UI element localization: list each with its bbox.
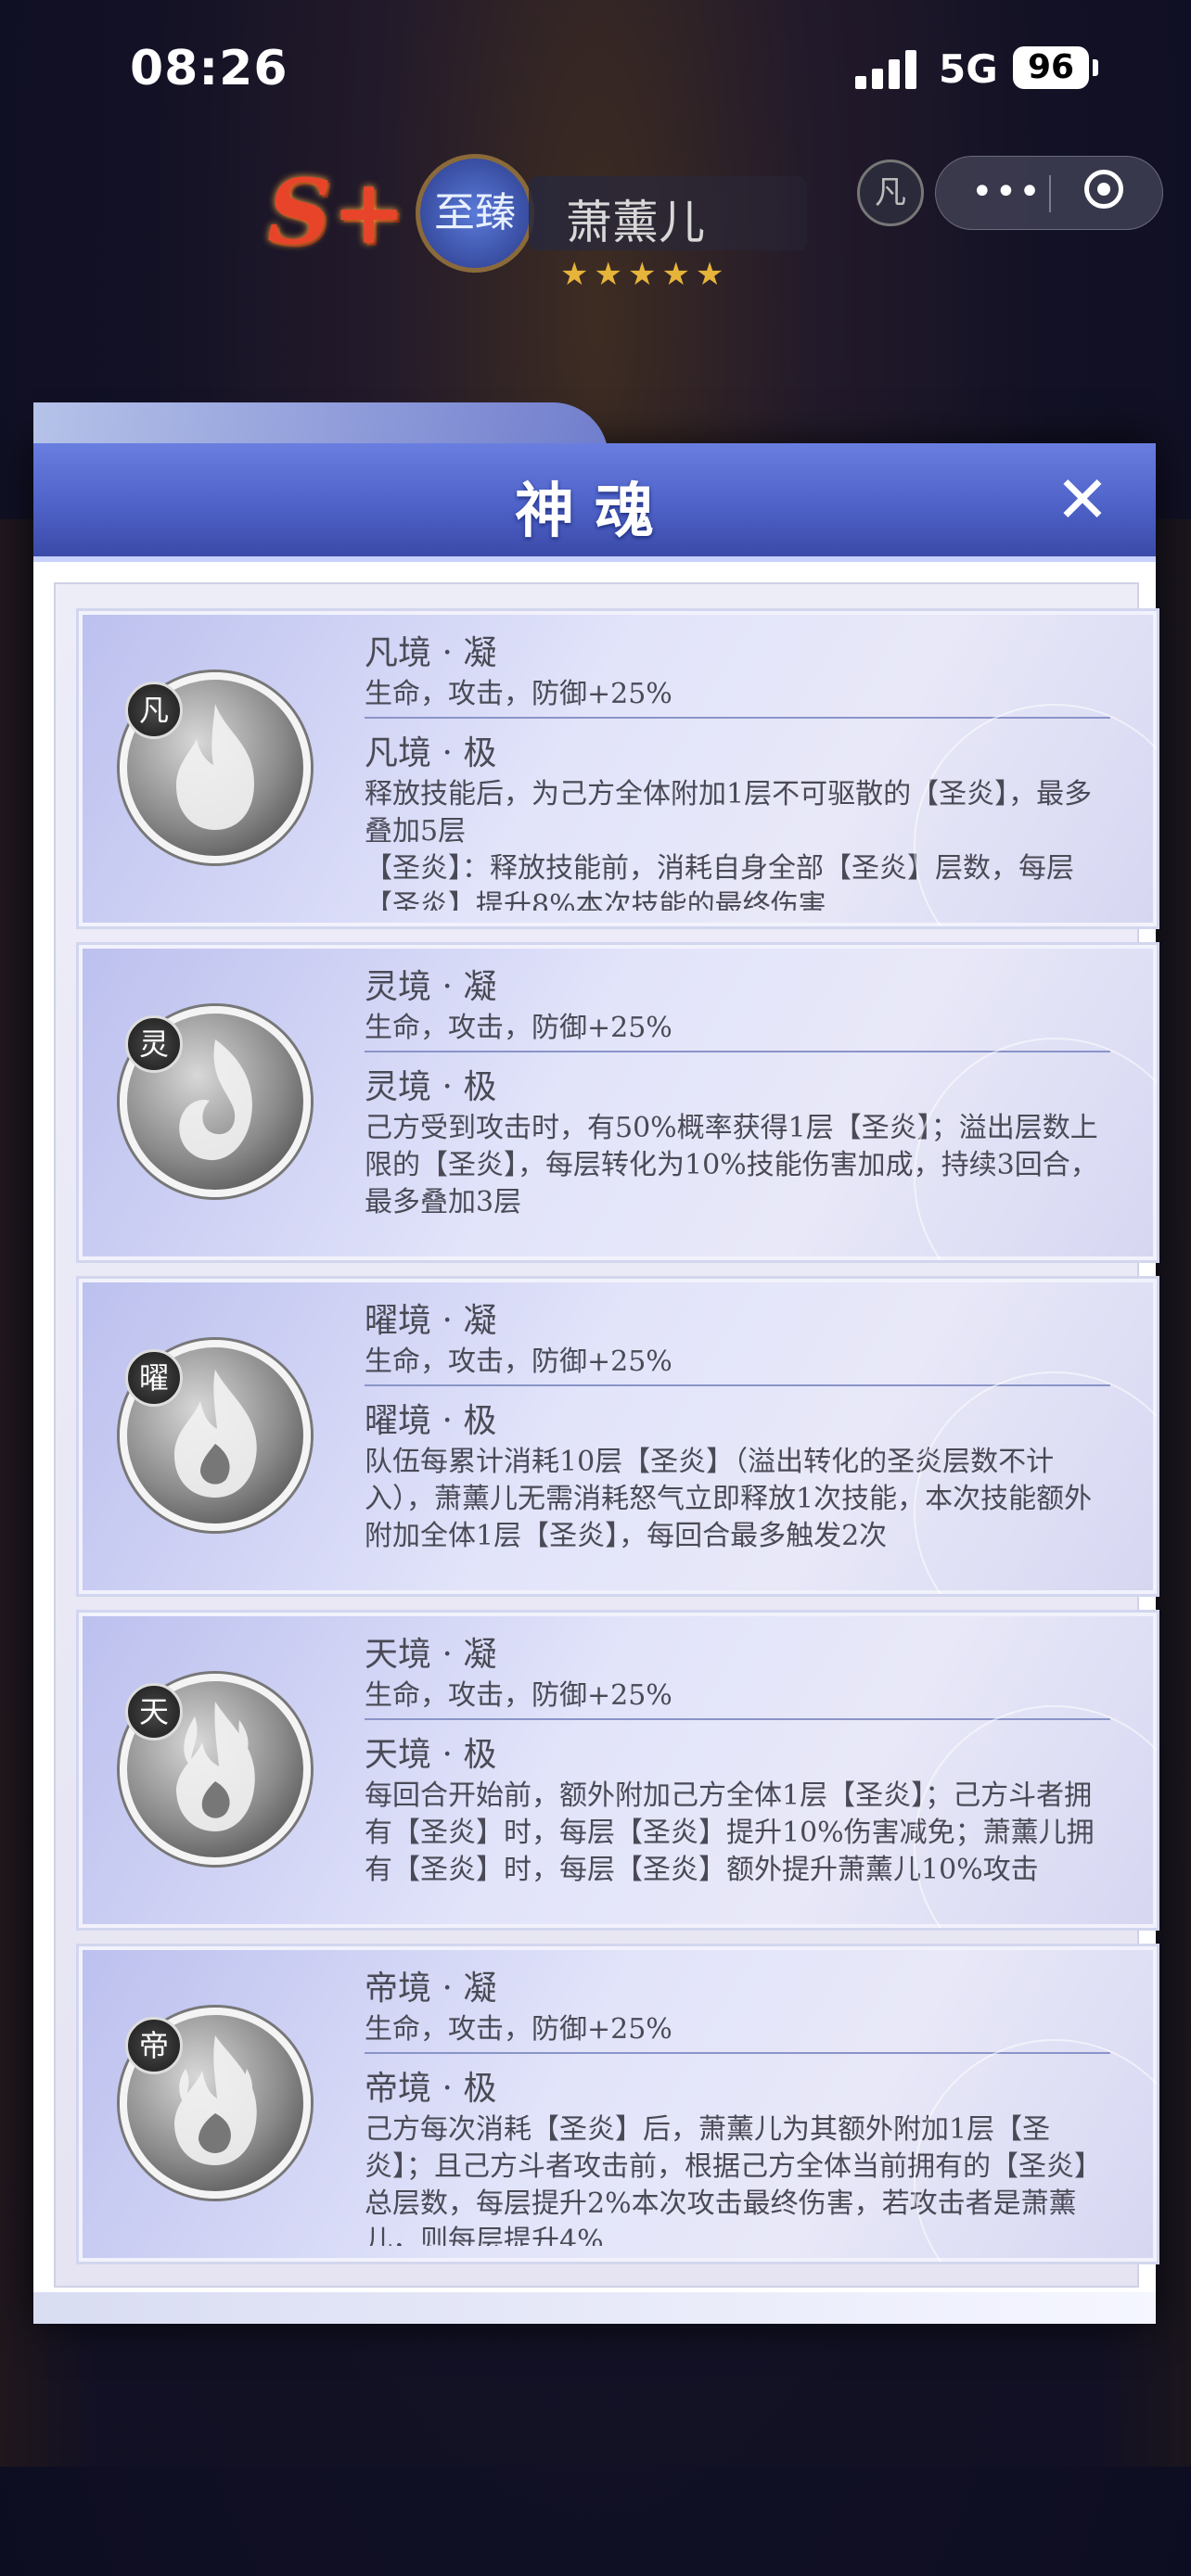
soul-card-di[interactable]: 帝 帝境 · 凝 生命，攻击，防御+25% 帝境 · 极 己方每次消耗【圣炎】后… (76, 1944, 1159, 2264)
card-title-ning: 灵境 · 凝 (365, 968, 497, 1006)
card-title-ning: 曜境 · 凝 (365, 1302, 497, 1340)
card-title-ji: 天境 · 极 (365, 1736, 497, 1774)
card-title-ji: 灵境 · 极 (365, 1068, 497, 1106)
realm-badge[interactable]: 凡 (857, 159, 924, 226)
realm-tag: 曜 (125, 1349, 183, 1407)
card-title-ji: 帝境 · 极 (365, 2070, 497, 2108)
card-title-ning: 天境 · 凝 (365, 1636, 497, 1674)
realm-tag: 帝 (125, 2017, 183, 2074)
miniprogram-capsule: ••• (935, 156, 1163, 230)
card-stat: 生命，攻击，防御+25% (365, 2013, 672, 2046)
soul-card-yao[interactable]: 曜 曜境 · 凝 生命，攻击，防御+25% 曜境 · 极 队伍每累计消耗10层【… (76, 1276, 1159, 1597)
card-stat: 生命，攻击，防御+25% (365, 678, 672, 710)
card-divider (365, 2052, 1110, 2054)
more-icon[interactable]: ••• (971, 173, 1043, 210)
star-rating: ★★★★★ (560, 256, 730, 293)
card-divider (365, 717, 1110, 719)
card-description: 释放技能后，为己方全体附加1层不可驱散的【圣炎】，最多叠加5层 【圣炎】：释放技… (365, 778, 1093, 911)
realm-tag: 凡 (125, 682, 183, 739)
soul-card-fan[interactable]: 凡 凡境 · 凝 生命，攻击，防御+25% 凡境 · 极 释放技能后，为己方全体… (76, 608, 1159, 929)
card-title-ning: 帝境 · 凝 (365, 1970, 497, 2008)
signal-icon (855, 48, 922, 89)
card-description: 每回合开始前，额外附加己方全体1层【圣炎】；己方斗者拥有【圣炎】时，每层【圣炎】… (365, 1779, 1095, 1886)
card-divider (365, 1051, 1110, 1052)
soul-card-tian[interactable]: 天 天境 · 凝 生命，攻击，防御+25% 天境 · 极 每回合开始前，额外附加… (76, 1610, 1159, 1931)
close-button[interactable]: ✕ (1046, 464, 1119, 536)
dialog-footer (33, 2292, 1156, 2324)
card-title-ji: 曜境 · 极 (365, 1402, 497, 1440)
card-stat: 生命，攻击，防御+25% (365, 1012, 672, 1044)
card-divider (365, 1718, 1110, 1720)
realm-tag: 灵 (125, 1015, 183, 1073)
card-title-ning: 凡境 · 凝 (365, 634, 497, 672)
hero-header: S+ 至臻 萧薰儿 ★★★★★ 凡 (260, 148, 928, 306)
status-bar: 08:26 5G 96 (0, 0, 1191, 139)
dialog-title: 神魂 (515, 477, 674, 546)
soul-card-ling[interactable]: 灵 灵境 · 凝 生命，攻击，防御+25% 灵境 · 极 己方受到攻击时，有50… (76, 942, 1159, 1263)
capsule-divider (1049, 175, 1051, 212)
battery-icon: 96 (1013, 46, 1089, 89)
battery-tip (1093, 59, 1098, 76)
card-stat: 生命，攻击，防御+25% (365, 1679, 672, 1712)
card-description: 队伍每累计消耗10层【圣炎】（溢出转化的圣炎层数不计入），萧薰儿无需消耗怒气立即… (365, 1446, 1093, 1552)
card-description: 己方受到攻击时，有50%概率获得1层【圣炎】；溢出层数上限的【圣炎】，每层转化为… (365, 1112, 1098, 1218)
card-description: 己方每次消耗【圣炎】后，萧薰儿为其额外附加1层【圣炎】；且己方斗者攻击前，根据己… (365, 2113, 1102, 2246)
close-miniprogram-icon[interactable] (1084, 170, 1123, 209)
rank-label: S+ (267, 159, 406, 264)
realm-tag: 天 (125, 1683, 183, 1741)
network-type: 5G (939, 46, 998, 92)
quality-badge: 至臻 (416, 154, 534, 273)
card-divider (365, 1384, 1110, 1386)
dialog-titlebar: 神魂 ✕ (33, 443, 1156, 562)
hero-name: 萧薰儿 (566, 196, 705, 249)
soul-dialog: 神魂 ✕ 凡 凡境 · 凝 生命，攻击，防御+25% 凡境 · 极 释放技能后，… (33, 402, 1159, 2324)
status-time: 08:26 (130, 41, 288, 96)
card-title-ji: 凡境 · 极 (365, 734, 497, 772)
card-stat: 生命，攻击，防御+25% (365, 1345, 672, 1378)
